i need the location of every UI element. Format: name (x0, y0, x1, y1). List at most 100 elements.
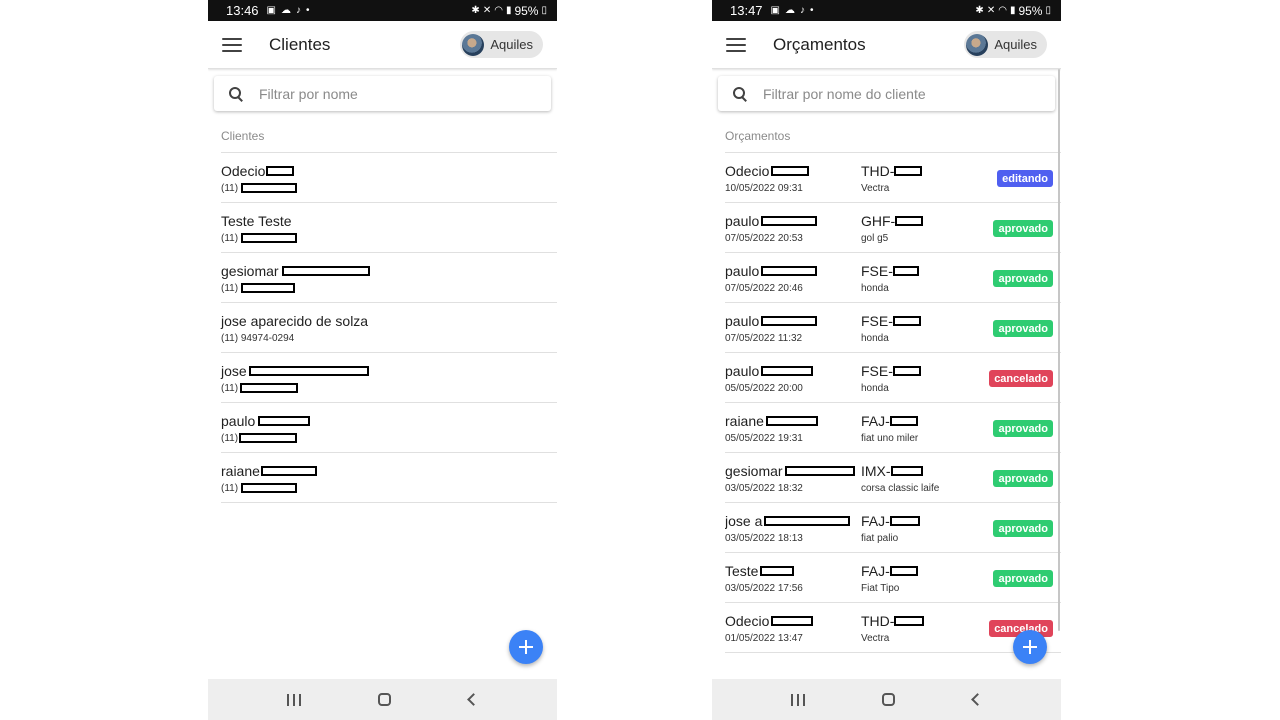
vehicle-model: corsa classic laife (861, 482, 940, 494)
quote-date: 10/05/2022 09:31 (725, 182, 803, 194)
client-name: jose a (725, 513, 763, 529)
status-bar: 13:47 ▣ ☁ ♪ • ✱ ✕ ◠ ▮ 95% ▯ (712, 0, 1061, 21)
list-item[interactable]: Teste Teste (11) (221, 203, 557, 253)
mute-icon: ✕ (482, 4, 492, 16)
avatar (462, 33, 485, 56)
redaction (241, 483, 298, 493)
user-chip[interactable]: Aquiles (964, 31, 1047, 58)
redaction (239, 433, 298, 443)
quote-vehicle: FSE-honda (861, 262, 981, 295)
menu-icon[interactable] (222, 37, 242, 52)
section-header: Orçamentos (725, 129, 791, 143)
user-chip[interactable]: Aquiles (460, 31, 543, 58)
client-phone: (11) (221, 432, 239, 444)
client-phone: (11) 94974-0294 (221, 332, 295, 344)
list-item[interactable]: jose (11) (221, 353, 557, 403)
search-box (718, 76, 1055, 111)
quote-vehicle: FSE-honda (861, 312, 981, 345)
list-item[interactable]: gesiomar 03/05/2022 18:32 IMX-corsa classi… (725, 453, 1061, 503)
vehicle-model: honda (861, 382, 889, 394)
client-name: Odecio (221, 163, 266, 179)
redaction (241, 283, 296, 293)
list-item[interactable]: paulo 05/05/2022 20:00 FSE-honda cancelado (725, 353, 1061, 403)
quote-vehicle: THD- Vectra (861, 162, 981, 195)
cloud-icon: ☁ (785, 4, 795, 16)
client-name: paulo (725, 263, 760, 279)
home-icon[interactable] (378, 693, 392, 706)
status-time: 13:47 (730, 3, 763, 18)
redaction (248, 366, 369, 376)
vehicle-model: Fiat Tipo (861, 582, 900, 594)
wifi-icon: ◠ (998, 4, 1007, 16)
client-name: paulo (725, 363, 760, 379)
redaction (894, 616, 925, 626)
back-icon[interactable] (971, 693, 985, 706)
list-item[interactable]: raiane 05/05/2022 19:31 FAJ-fiat uno miler… (725, 403, 1061, 453)
bluetooth-icon: ✱ (471, 4, 480, 16)
music-icon: ♪ (800, 4, 805, 16)
search-box (214, 76, 551, 111)
redaction (890, 466, 923, 476)
list-item[interactable]: paulo (11) (221, 403, 557, 453)
quote-client: Teste 03/05/2022 17:56 (725, 562, 859, 595)
client-list: Odecio (11) Teste Teste (11) gesiomar (1… (221, 153, 557, 503)
redaction (260, 466, 317, 476)
signal-icon: ▮ (1009, 4, 1016, 16)
list-item[interactable]: raiane (11) (221, 453, 557, 503)
redaction (895, 216, 924, 226)
redaction (889, 416, 918, 426)
quote-vehicle: FSE-honda (861, 362, 981, 395)
menu-icon[interactable] (726, 37, 746, 52)
client-name: raiane (221, 463, 260, 479)
quote-date: 05/05/2022 20:00 (725, 382, 803, 394)
quote-vehicle: FAJ-fiat palio (861, 512, 981, 545)
redaction (281, 266, 370, 276)
scrollbar[interactable] (1058, 69, 1060, 631)
avatar (966, 33, 989, 56)
add-client-button[interactable] (509, 630, 543, 664)
list-item[interactable]: Odecio (11) (221, 153, 557, 203)
list-item[interactable]: Odecio 01/05/2022 13:47 THD- Vectra cancelad… (725, 603, 1061, 653)
list-item[interactable]: jose a 03/05/2022 18:13 FAJ-fiat palio apro… (725, 503, 1061, 553)
redaction (892, 266, 919, 276)
battery-level: 95% (514, 3, 539, 18)
list-item[interactable]: Odecio 10/05/2022 09:31 THD- Vectra editando (725, 153, 1061, 203)
quote-list: Odecio 10/05/2022 09:31 THD- Vectra editando… (725, 153, 1061, 653)
client-name: Odecio (725, 613, 770, 629)
redaction (771, 166, 810, 176)
client-name: paulo (725, 213, 760, 229)
quote-client: jose a 03/05/2022 18:13 (725, 512, 859, 545)
list-item[interactable]: gesiomar (11) (221, 253, 557, 303)
home-icon[interactable] (882, 693, 896, 706)
list-item[interactable]: paulo 07/05/2022 20:53 GHF-gol g5 aprovado (725, 203, 1061, 253)
search-input[interactable] (259, 85, 529, 102)
wifi-icon: ◠ (494, 4, 503, 16)
status-time: 13:46 (226, 3, 259, 18)
vehicle-model: fiat palio (861, 532, 899, 544)
vehicle-model: Vectra (861, 182, 890, 194)
back-icon[interactable] (467, 693, 481, 706)
list-item[interactable]: paulo 07/05/2022 11:32 FSE-honda aprovado (725, 303, 1061, 353)
list-item[interactable]: Teste 03/05/2022 17:56 FAJ- Fiat Tipo aprova… (725, 553, 1061, 603)
vehicle-model: fiat uno miler (861, 432, 919, 444)
redaction (258, 416, 311, 426)
redaction (889, 566, 918, 576)
cloud-icon: ☁ (281, 4, 291, 16)
client-name: gesiomar (221, 263, 279, 279)
dot-icon: • (810, 4, 814, 16)
redaction (266, 166, 295, 176)
orcamentos-screen: 13:47 ▣ ☁ ♪ • ✱ ✕ ◠ ▮ 95% ▯ Orçamentos A… (712, 0, 1061, 720)
recents-icon[interactable] (790, 693, 805, 706)
status-badge: aprovado (993, 320, 1053, 337)
client-name: raiane (725, 413, 764, 429)
client-phone: (11) (221, 282, 239, 294)
vehicle-model: gol g5 (861, 232, 889, 244)
quote-client: raiane 05/05/2022 19:31 (725, 412, 859, 445)
list-item[interactable]: jose aparecido de solza (11) 94974-0294 (221, 303, 557, 353)
vehicle-plate: FSE- (861, 313, 893, 329)
search-input[interactable] (763, 85, 1033, 102)
status-badge: aprovado (993, 270, 1053, 287)
list-item[interactable]: paulo 07/05/2022 20:46 FSE-honda aprovado (725, 253, 1061, 303)
recents-icon[interactable] (286, 693, 301, 706)
add-quote-button[interactable] (1013, 630, 1047, 664)
